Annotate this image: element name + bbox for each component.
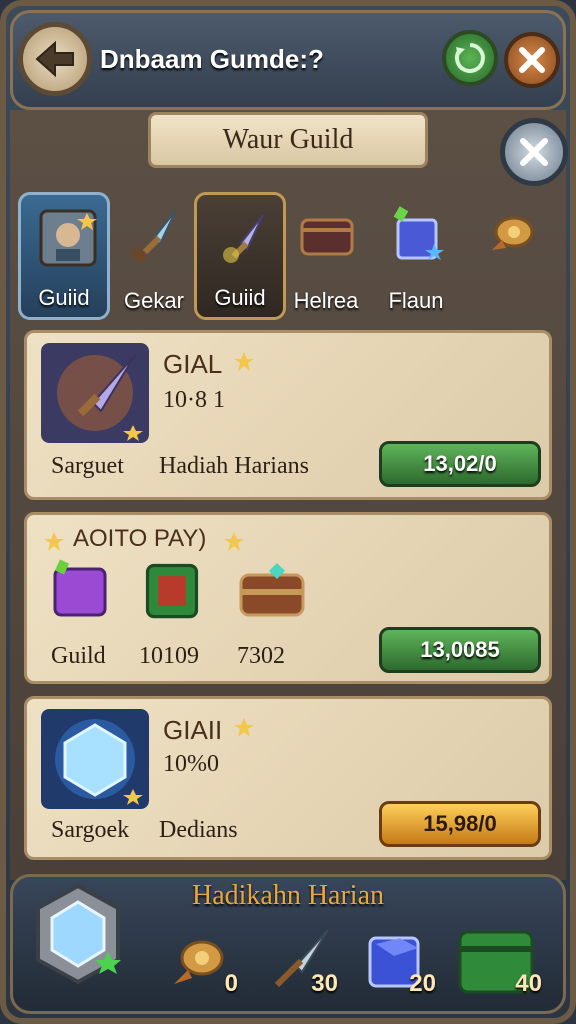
star-icon <box>224 532 244 551</box>
dagger-icon <box>223 214 264 263</box>
weapon-image <box>41 343 149 443</box>
buy-button[interactable]: 13,0085 <box>379 627 541 673</box>
bundle-title: AOITO PAY) <box>73 525 207 552</box>
buy-button[interactable]: 15,98/0 <box>379 801 541 847</box>
back-arrow-icon <box>35 40 74 78</box>
tab-flaun[interactable]: Flaun <box>370 192 462 320</box>
bundle-card[interactable]: AOITO PAY) Guild 10109 7302 13,0085 <box>24 512 552 684</box>
tab-horn[interactable] <box>464 192 556 320</box>
reward-count: 30 <box>311 970 338 997</box>
offer-title: GIAII <box>163 715 223 745</box>
refresh-icon <box>455 43 485 73</box>
buy-button[interactable]: 13,02/0 <box>379 441 541 487</box>
tab-label: Gekar <box>124 288 184 313</box>
star-icon <box>44 532 64 551</box>
offer-card[interactable]: GIAII 10%0 Sargoek Dedians 15,98/0 <box>24 696 552 860</box>
bundle-item-label: 7302 <box>237 643 285 669</box>
green-box-icon <box>145 563 199 619</box>
blade-icon <box>130 209 177 264</box>
star-icon <box>234 352 254 371</box>
tab-guild[interactable]: Guiid <box>18 192 110 320</box>
tab-label: Helrea <box>293 288 359 313</box>
category-tabs: Guiid Gekar Guiid Helrea Flaun <box>18 192 558 320</box>
offer-description: Dedians <box>159 817 238 843</box>
reward-count: 0 <box>224 970 238 997</box>
offer-left-label: Sargoek <box>51 817 130 843</box>
tab-helrea[interactable]: Helrea <box>280 192 372 320</box>
reward-count: 20 <box>409 970 436 997</box>
horn-icon <box>492 216 534 250</box>
chest-icon <box>300 218 354 256</box>
guild-portrait-icon <box>39 209 97 267</box>
reward-item[interactable]: 0 <box>162 926 238 998</box>
offer-title: GIAL <box>163 349 223 379</box>
star-icon <box>234 718 254 737</box>
offer-number: 10·8 1 <box>163 387 225 413</box>
offer-card[interactable]: GIAL 10·8 1 Sarguet Hadiah Harians 13,02… <box>24 330 552 500</box>
offer-left-label: Sarguet <box>51 453 124 479</box>
close-panel-button[interactable] <box>500 118 568 186</box>
reward-item[interactable]: 30 <box>262 926 338 998</box>
refresh-button[interactable] <box>442 30 498 86</box>
reward-count: 40 <box>515 970 542 997</box>
crystal-image <box>41 709 149 809</box>
horn-icon <box>174 940 224 984</box>
bundle-item-label: 10109 <box>139 643 199 669</box>
close-icon <box>520 138 548 166</box>
guild-banner: Waur Guild <box>148 112 428 168</box>
reward-item[interactable]: 20 <box>360 926 436 998</box>
footer-title: Hadikahn Harian <box>191 880 385 911</box>
crystal-badge-icon <box>36 883 121 985</box>
tab-label: Guiid <box>214 285 266 310</box>
offer-description: Hadiah Harians <box>159 453 309 479</box>
treasure-chest-icon <box>239 563 305 617</box>
back-button[interactable] <box>18 22 92 96</box>
page-title: Dnbaam Gumde:? <box>100 44 324 74</box>
bundle-item-label: Guild <box>51 643 106 669</box>
tab-gekar[interactable]: Gekar <box>108 192 200 320</box>
purple-box-icon <box>53 559 107 617</box>
tab-label: Guiid <box>38 285 90 310</box>
reward-item[interactable]: 40 <box>454 926 542 998</box>
close-icon <box>519 47 545 73</box>
tab-label: Flaun <box>388 288 444 313</box>
tab-guild-selected[interactable]: Guiid <box>194 192 286 320</box>
close-button[interactable] <box>504 32 560 88</box>
offer-number: 10%0 <box>163 751 219 777</box>
crystal-cube-icon <box>393 206 444 260</box>
